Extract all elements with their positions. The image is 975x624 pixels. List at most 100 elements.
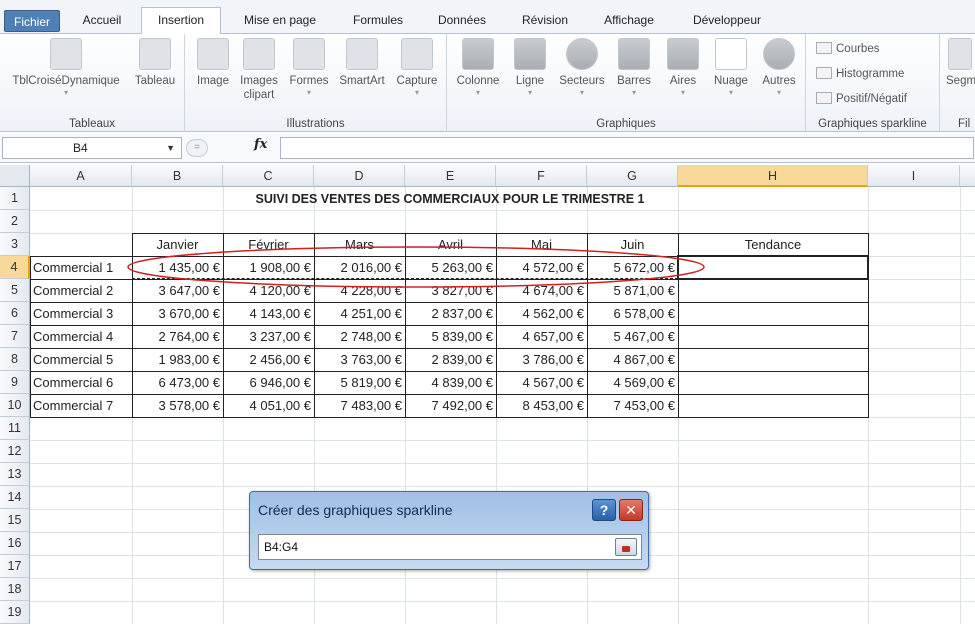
chevron-down-icon: ▾ (680, 88, 685, 97)
pie-chart-label: Secteurs (559, 75, 605, 87)
pie-chart-button[interactable]: Secteurs ▾ (555, 38, 609, 98)
sparkline-winloss-label: Positif/Négatif (836, 93, 907, 105)
other-charts-button[interactable]: Autres ▾ (755, 38, 803, 98)
image-icon (197, 38, 229, 70)
close-button[interactable]: ✕ (619, 499, 643, 521)
group-label: Fil (958, 118, 971, 130)
line-chart-icon (514, 38, 546, 70)
sparkline-lines-button[interactable]: Courbes (816, 42, 879, 55)
group-sparkline: Courbes Histogramme Positif/Négatif Grap… (806, 34, 940, 132)
tab-revision[interactable]: Révision (508, 8, 582, 34)
pivot-table-icon (50, 38, 82, 70)
table-label: Tableau (134, 75, 176, 87)
area-chart-button[interactable]: Aires ▾ (659, 38, 707, 98)
screenshot-icon (401, 38, 433, 70)
help-button[interactable]: ? (592, 499, 616, 521)
red-ellipse (127, 246, 705, 288)
chevron-down-icon: ▾ (579, 88, 584, 97)
clipart-icon (243, 38, 275, 70)
chevron-down-icon: ▾ (776, 88, 781, 97)
sparkline-winloss-icon (816, 92, 832, 104)
line-chart-label: Ligne (515, 75, 545, 87)
name-box-value: B4 (73, 141, 88, 155)
tab-mise-en-page[interactable]: Mise en page (228, 8, 332, 34)
data-range-value: B4:G4 (264, 540, 299, 554)
data-range-input[interactable]: B4:G4 (258, 534, 642, 560)
sparkline-line-icon (816, 42, 832, 54)
donut-chart-icon (763, 38, 795, 70)
chevron-down-icon: ▾ (306, 88, 311, 97)
create-sparkline-dialog: Créer des graphiques sparkline ? ✕ B4:G4 (249, 491, 649, 570)
smartart-icon (346, 38, 378, 70)
tab-developpeur[interactable]: Développeur (676, 8, 778, 34)
screenshot-button[interactable]: Capture ▾ (391, 38, 443, 98)
pie-chart-icon (566, 38, 598, 70)
pivot-table-label: TblCroiséDynamique (12, 75, 120, 87)
tab-affichage[interactable]: Affichage (590, 8, 668, 34)
shapes-icon (293, 38, 325, 70)
other-charts-label: Autres (762, 75, 796, 87)
image-button[interactable]: Image (191, 38, 235, 88)
table-button[interactable]: Tableau (128, 38, 182, 88)
chevron-down-icon: ▾ (63, 88, 68, 97)
tab-accueil[interactable]: Accueil (70, 8, 134, 34)
clipart-button[interactable]: Images clipart (237, 38, 281, 102)
sparkline-lines-label: Courbes (836, 43, 880, 55)
group-label: Illustrations (286, 118, 345, 130)
formula-input[interactable] (280, 137, 974, 159)
group-tableaux: TblCroiséDynamique ▾ Tableau Tableaux (0, 34, 185, 132)
formula-cancel-icon: = (186, 139, 208, 157)
chevron-down-icon: ▾ (414, 88, 419, 97)
slicer-label: Segm (946, 75, 975, 87)
pivot-table-button[interactable]: TblCroiséDynamique ▾ (4, 38, 128, 98)
column-chart-button[interactable]: Colonne ▾ (453, 38, 503, 98)
name-box[interactable]: B4 ▼ (2, 137, 182, 159)
expand-dialog-icon[interactable] (615, 538, 637, 556)
image-label: Image (197, 75, 229, 87)
insert-function-icon[interactable]: fx (254, 137, 267, 152)
ribbon-tab-bar: Fichier Accueil Insertion Mise en page F… (0, 0, 975, 35)
smartart-button[interactable]: SmartArt (335, 38, 389, 88)
smartart-label: SmartArt (339, 75, 385, 87)
column-chart-label: Colonne (456, 75, 500, 87)
scatter-chart-label: Nuage (714, 75, 748, 87)
clipart-label: Images clipart (240, 75, 278, 101)
group-graphiques: Colonne ▾ Ligne ▾ Secteurs ▾ Barres ▾ Ai… (447, 34, 806, 132)
scatter-chart-button[interactable]: Nuage ▾ (707, 38, 755, 98)
line-chart-button[interactable]: Ligne ▾ (505, 38, 555, 98)
screenshot-label: Capture (396, 75, 438, 87)
chevron-down-icon: ▾ (527, 88, 532, 97)
tab-formules[interactable]: Formules (338, 8, 418, 34)
group-label: Graphiques sparkline (818, 118, 927, 130)
area-chart-icon (667, 38, 699, 70)
area-chart-label: Aires (669, 75, 697, 87)
tab-donnees[interactable]: Données (424, 8, 500, 34)
bar-chart-button[interactable]: Barres ▾ (609, 38, 659, 98)
table-icon (139, 38, 171, 70)
sparkline-column-button[interactable]: Histogramme (816, 67, 904, 80)
ribbon: TblCroiséDynamique ▾ Tableau Tableaux Im… (0, 34, 975, 132)
formula-bar: B4 ▼ = fx (0, 133, 975, 163)
column-chart-icon (462, 38, 494, 70)
slicer-icon (948, 38, 972, 70)
chevron-down-icon: ▾ (631, 88, 636, 97)
tab-fichier[interactable]: Fichier (4, 10, 60, 32)
slicer-button[interactable]: Segm (946, 38, 975, 88)
group-filtres: Segm Fil (940, 34, 975, 132)
chevron-down-icon: ▾ (728, 88, 733, 97)
chevron-down-icon[interactable]: ▼ (166, 138, 175, 158)
shapes-label: Formes (289, 75, 329, 87)
tab-insertion[interactable]: Insertion (141, 7, 221, 35)
dialog-title: Créer des graphiques sparkline (258, 502, 453, 518)
bar-chart-label: Barres (617, 75, 651, 87)
sparkline-column-icon (816, 67, 832, 79)
bar-chart-icon (618, 38, 650, 70)
group-label: Graphiques (596, 118, 656, 130)
sparkline-winloss-button[interactable]: Positif/Négatif (816, 92, 907, 105)
group-illustrations: Image Images clipart Formes ▾ SmartArt C… (185, 34, 447, 132)
sparkline-column-label: Histogramme (836, 68, 905, 80)
group-label: Tableaux (68, 118, 116, 130)
chevron-down-icon: ▾ (475, 88, 480, 97)
scatter-chart-icon (715, 38, 747, 70)
shapes-button[interactable]: Formes ▾ (285, 38, 333, 98)
